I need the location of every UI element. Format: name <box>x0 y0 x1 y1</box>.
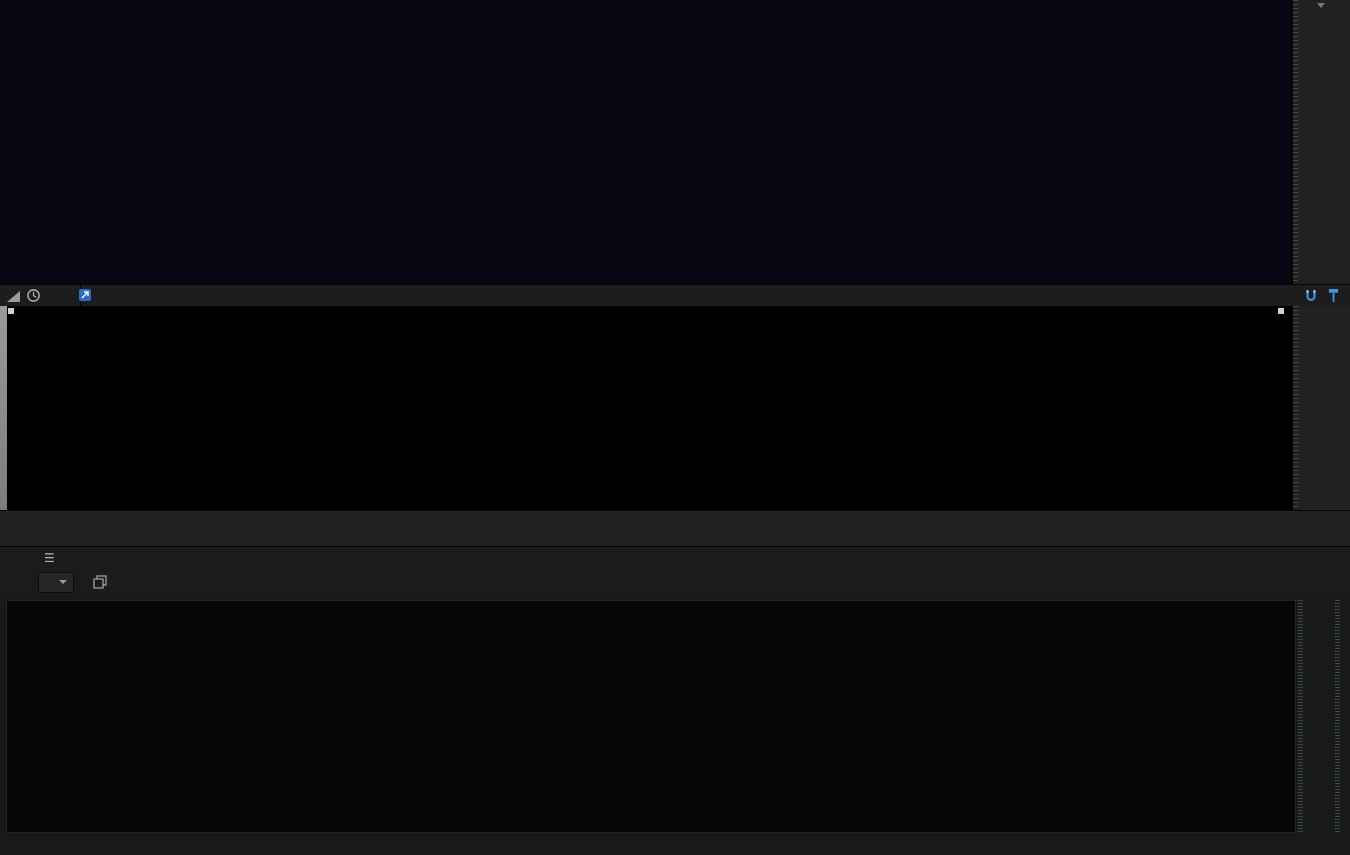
amplitude-scale-ticks <box>1293 306 1298 510</box>
waveform-display[interactable] <box>0 306 1292 510</box>
spectrogram-section <box>0 0 1350 284</box>
analysis-plot <box>6 600 1296 833</box>
scroll-up-icon[interactable] <box>1317 3 1325 8</box>
clock-icon[interactable] <box>26 288 41 303</box>
frequency-analysis-panel <box>0 596 1350 855</box>
copy-snapshot-icon[interactable] <box>92 574 108 590</box>
scale-dropdown[interactable] <box>38 571 74 593</box>
marker-pin-icon[interactable] <box>1327 288 1340 303</box>
panel-menu-icon[interactable]: ☰ <box>44 551 55 565</box>
frequency-scale[interactable] <box>1292 0 1350 284</box>
db-axis-ticks <box>1298 600 1303 833</box>
snap-magnet-icon[interactable] <box>1304 288 1318 303</box>
amplitude-scale[interactable] <box>1292 306 1350 510</box>
spectrogram-display[interactable] <box>0 0 1292 284</box>
timeline-ruler[interactable] <box>0 284 1350 307</box>
transport-bar <box>0 510 1350 547</box>
db-axis <box>1298 600 1346 833</box>
fade-envelope-icon[interactable] <box>6 289 21 303</box>
ruler-right-tools <box>1298 285 1346 306</box>
ruler-toolbar <box>0 285 81 306</box>
clip-start-edge[interactable] <box>0 306 7 510</box>
waveform-section <box>0 306 1350 510</box>
audio-editor-window: ☰ <box>0 0 1350 855</box>
playhead-marker-icon[interactable] <box>79 289 91 301</box>
db-axis-ticks-right <box>1335 600 1340 833</box>
panel-tabs: ☰ <box>0 546 1350 569</box>
frequency-scale-ticks <box>1293 0 1298 284</box>
timeline-ticks <box>0 285 1292 306</box>
selection-handle-left[interactable] <box>8 308 14 314</box>
analysis-controls <box>0 568 1350 596</box>
hz-axis <box>6 835 1306 853</box>
chevron-down-icon <box>59 580 67 584</box>
selection-handle-right[interactable] <box>1278 308 1284 314</box>
